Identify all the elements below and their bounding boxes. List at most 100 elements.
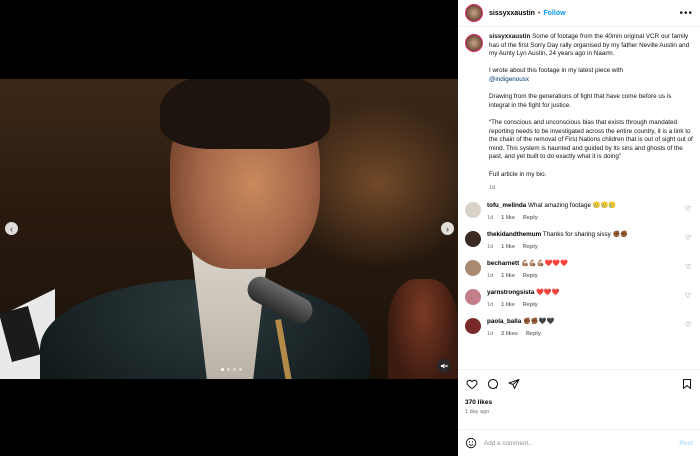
reply-button[interactable]: Reply bbox=[523, 302, 538, 308]
slide-dot bbox=[221, 368, 224, 371]
comment-meta: 1d 1 like Reply bbox=[487, 273, 693, 279]
comment-like-heart-icon[interactable]: ♡ bbox=[685, 322, 693, 330]
comment-text-line: thekidandthemum Thanks for sharing sissy… bbox=[487, 231, 693, 239]
comment-item: paola_balla ✊🏾✊🏾🖤🖤 1d 2 likes Reply ♡ bbox=[465, 318, 693, 337]
comment-input[interactable] bbox=[484, 439, 680, 447]
comment-like-heart-icon[interactable]: ♡ bbox=[685, 264, 693, 272]
emoji-icon[interactable] bbox=[465, 437, 477, 449]
video-player[interactable] bbox=[0, 79, 458, 379]
comment-text-line: yarnstrongsista ❤️❤️❤️ bbox=[487, 289, 693, 297]
comment-text-line: tofu_melinda What amazing footage 🥲🥲🥲 bbox=[487, 202, 693, 210]
post-details-panel: sissyxxaustin • Follow ••• sissyxxaustin… bbox=[458, 0, 700, 456]
comment-like-heart-icon[interactable]: ♡ bbox=[685, 293, 693, 301]
previous-slide-button[interactable]: ‹ bbox=[5, 222, 18, 235]
caption-paragraph: I wrote about this footage in my latest … bbox=[489, 67, 624, 75]
caption-text: sissyxxaustin Some of footage from the 4… bbox=[489, 33, 693, 192]
media-viewer: ‹ › bbox=[0, 0, 458, 456]
caption-username[interactable]: sissyxxaustin bbox=[489, 33, 530, 40]
comment-timestamp: 1d bbox=[487, 244, 494, 251]
comment-item: becharnett 💪🏽💪🏽💪🏽❤️❤️❤️ 1d 1 like Reply … bbox=[465, 260, 693, 279]
comment-timestamp: 1d bbox=[487, 331, 494, 338]
comment-body: becharnett 💪🏽💪🏽💪🏽❤️❤️❤️ 1d 1 like Reply bbox=[487, 260, 693, 279]
comment-body: yarnstrongsista ❤️❤️❤️ 1d 1 like Reply bbox=[487, 289, 693, 308]
post-timestamp: 1 day ago bbox=[465, 409, 490, 415]
comment-text-line: becharnett 💪🏽💪🏽💪🏽❤️❤️❤️ bbox=[487, 260, 693, 268]
comment-button[interactable] bbox=[486, 377, 499, 390]
mute-button[interactable] bbox=[437, 359, 451, 373]
slide-dot bbox=[239, 368, 242, 371]
comment-meta: 1d 1 like Reply bbox=[487, 302, 693, 308]
comment-timestamp: 1d bbox=[487, 302, 494, 309]
comment-likes[interactable]: 1 like bbox=[501, 244, 515, 250]
reply-button[interactable]: Reply bbox=[526, 331, 541, 337]
post-header: sissyxxaustin • Follow ••• bbox=[458, 0, 700, 27]
speaker-muted-icon bbox=[441, 363, 448, 369]
comment-like-heart-icon[interactable]: ♡ bbox=[685, 235, 693, 243]
action-icons bbox=[465, 377, 693, 390]
comment-likes[interactable]: 1 like bbox=[501, 302, 515, 308]
comment-body: tofu_melinda What amazing footage 🥲🥲🥲 1d… bbox=[487, 202, 693, 221]
avatar[interactable] bbox=[465, 4, 483, 22]
avatar[interactable] bbox=[465, 260, 481, 277]
comments-scroll-area[interactable]: sissyxxaustin Some of footage from the 4… bbox=[458, 27, 700, 369]
heart-icon bbox=[466, 379, 477, 389]
caption-paragraph: Full article in my bio. bbox=[489, 170, 547, 178]
comment-username[interactable]: thekidandthemum bbox=[487, 231, 541, 238]
more-options-icon[interactable]: ••• bbox=[679, 8, 693, 19]
comment-meta: 1d 2 likes Reply bbox=[487, 331, 693, 337]
avatar[interactable] bbox=[465, 318, 481, 335]
comment-likes[interactable]: 1 like bbox=[501, 273, 515, 279]
bookmark-icon bbox=[682, 378, 691, 389]
author-username[interactable]: sissyxxaustin bbox=[489, 10, 535, 17]
follow-button[interactable]: Follow bbox=[543, 10, 565, 17]
comment-username[interactable]: tofu_melinda bbox=[487, 202, 526, 209]
comment-username[interactable]: becharnett bbox=[487, 260, 519, 267]
add-comment-bar: Post bbox=[458, 429, 700, 456]
comment-body: paola_balla ✊🏾✊🏾🖤🖤 1d 2 likes Reply bbox=[487, 318, 693, 337]
next-slide-button[interactable]: › bbox=[441, 222, 454, 235]
comments-list: tofu_melinda What amazing footage 🥲🥲🥲 1d… bbox=[465, 202, 693, 337]
paper-plane-icon bbox=[508, 378, 519, 389]
reply-button[interactable]: Reply bbox=[523, 244, 538, 250]
header-separator: • bbox=[537, 9, 541, 17]
comment-item: tofu_melinda What amazing footage 🥲🥲🥲 1d… bbox=[465, 202, 693, 221]
mention-link[interactable]: @indigenousx bbox=[489, 76, 529, 83]
reply-button[interactable]: Reply bbox=[523, 215, 538, 221]
comment-username[interactable]: yarnstrongsista bbox=[487, 289, 534, 296]
caption: sissyxxaustin Some of footage from the 4… bbox=[465, 33, 693, 192]
comment-timestamp: 1d bbox=[487, 215, 494, 222]
comment-text: ❤️❤️❤️ bbox=[536, 289, 560, 297]
share-button[interactable] bbox=[507, 377, 520, 390]
comment-text: ✊🏾✊🏾🖤🖤 bbox=[523, 318, 555, 326]
post-comment-button[interactable]: Post bbox=[679, 440, 693, 447]
avatar[interactable] bbox=[465, 231, 481, 248]
comment-text-line: paola_balla ✊🏾✊🏾🖤🖤 bbox=[487, 318, 693, 326]
video-frame-speaker-hair bbox=[160, 79, 330, 149]
likes-count[interactable]: 370 likes bbox=[465, 399, 693, 406]
comment-like-heart-icon[interactable]: ♡ bbox=[685, 206, 693, 214]
slide-dot bbox=[233, 368, 236, 371]
slide-dot bbox=[227, 368, 230, 371]
comment-text: What amazing footage 🥲🥲🥲 bbox=[527, 202, 617, 210]
avatar[interactable] bbox=[465, 202, 481, 219]
chevron-right-icon: › bbox=[446, 223, 449, 234]
caption-quote: “The conscious and unconscious bias that… bbox=[489, 118, 693, 161]
reply-button[interactable]: Reply bbox=[523, 273, 538, 279]
comment-likes[interactable]: 2 likes bbox=[501, 331, 518, 337]
caption-paragraph: Drawing from the generations of fight th… bbox=[489, 93, 672, 109]
like-button[interactable] bbox=[465, 377, 478, 390]
comment-meta: 1d 1 like Reply bbox=[487, 244, 693, 250]
save-button[interactable] bbox=[680, 377, 693, 390]
chevron-left-icon: ‹ bbox=[10, 223, 13, 234]
comment-text: Thanks for sharing sissy ✊🏾✊🏾 bbox=[542, 231, 629, 239]
caption-timestamp: 1d bbox=[489, 184, 496, 191]
instagram-post-modal: ‹ › sissyxxaustin • Follow ••• sissyxxau… bbox=[0, 0, 700, 456]
comment-timestamp: 1d bbox=[487, 273, 494, 280]
post-actions: 370 likes 1 day ago bbox=[458, 369, 700, 429]
comment-text: 💪🏽💪🏽💪🏽❤️❤️❤️ bbox=[520, 260, 568, 268]
comment-username[interactable]: paola_balla bbox=[487, 318, 521, 325]
comment-likes[interactable]: 1 like bbox=[501, 215, 515, 221]
comment-item: thekidandthemum Thanks for sharing sissy… bbox=[465, 231, 693, 250]
avatar[interactable] bbox=[465, 289, 481, 306]
avatar[interactable] bbox=[465, 34, 483, 52]
